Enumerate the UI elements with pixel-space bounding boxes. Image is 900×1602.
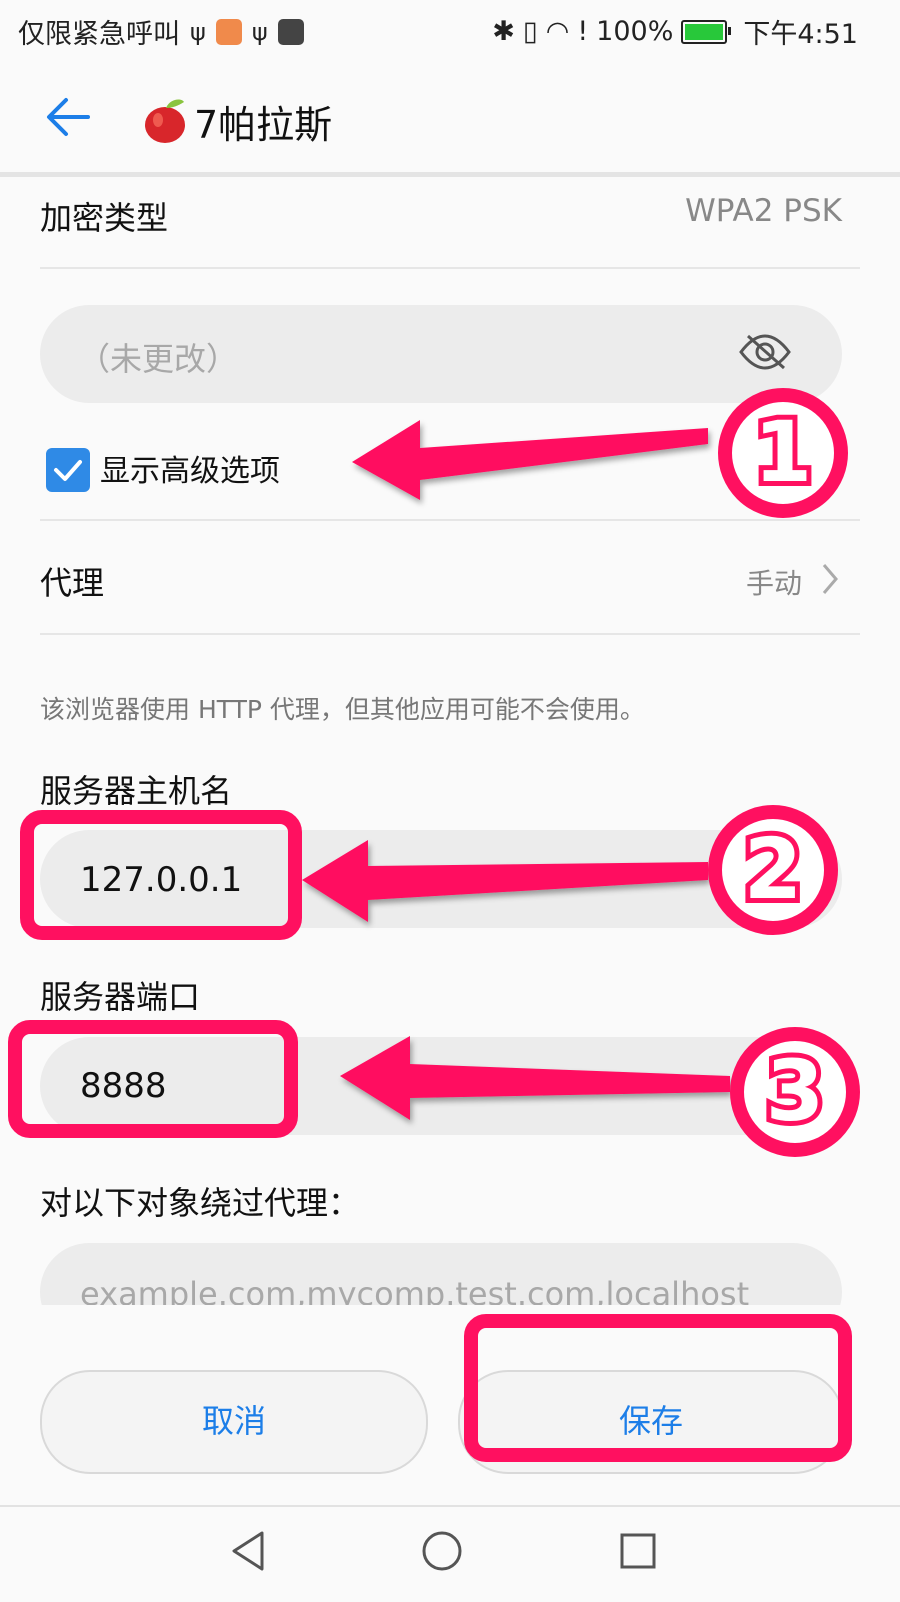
- navigation-bar: [0, 1505, 900, 1602]
- arrow-left-icon[interactable]: [44, 92, 94, 142]
- password-placeholder: （未更改）: [78, 340, 239, 378]
- battery-icon: [681, 19, 732, 44]
- divider: [40, 633, 860, 635]
- hostname-label: 服务器主机名: [40, 772, 233, 810]
- chevron-right-icon: [822, 564, 838, 594]
- app-bar-divider: [0, 172, 900, 177]
- wifi-icon: ◠: [545, 16, 570, 47]
- bypass-placeholder: example.com,mycomp.test.com,localhost: [80, 1275, 750, 1305]
- proxy-value: 手动: [745, 567, 802, 600]
- divider: [40, 267, 860, 269]
- usb-icon: ψ: [251, 17, 268, 46]
- page-title: 7帕拉斯: [194, 103, 333, 147]
- annotation-arrow-1: [352, 420, 708, 500]
- nav-back-icon[interactable]: [228, 1529, 268, 1573]
- apple-logo-icon: [145, 99, 185, 143]
- checkmark-icon: [54, 460, 82, 481]
- health-app-icon: [215, 18, 242, 45]
- clock: 下午4:51: [743, 19, 858, 50]
- proxy-hint: 该浏览器使用 HTTP 代理，但其他应用可能不会使用。: [40, 695, 645, 724]
- eye-off-icon[interactable]: [738, 332, 792, 372]
- divider: [40, 519, 860, 521]
- annotation-box-port: [8, 1020, 298, 1138]
- cancel-button[interactable]: 取消: [40, 1370, 428, 1474]
- vibrate-icon: ▯: [522, 16, 538, 47]
- annotation-box-save: [464, 1314, 852, 1462]
- usb-icon: ψ: [190, 17, 206, 46]
- nav-recents-icon[interactable]: [618, 1531, 658, 1571]
- annotation-marker-1: 1: [718, 388, 848, 518]
- alert-icon: !: [577, 16, 589, 47]
- bypass-input[interactable]: example.com,mycomp.test.com,localhost: [40, 1243, 842, 1305]
- status-bar-right: ✱ ▯ ◠ ! 100% 下午4:51: [484, 12, 858, 51]
- bypass-label: 对以下对象绕过代理：: [40, 1184, 361, 1222]
- port-label: 服务器端口: [40, 978, 201, 1016]
- huawei-icon: [277, 18, 304, 45]
- advanced-options-checkbox[interactable]: [46, 448, 90, 492]
- nav-home-icon[interactable]: [420, 1529, 464, 1573]
- bluetooth-icon: ✱: [492, 16, 515, 47]
- advanced-options-label[interactable]: 显示高级选项: [100, 446, 280, 490]
- annotation-marker-2: 2: [708, 805, 838, 935]
- encryption-type-label: 加密类型: [40, 199, 169, 237]
- annotation-marker-3: 3: [730, 1027, 860, 1157]
- carrier-text: 仅限紧急呼叫: [18, 19, 180, 50]
- app-bar: 7帕拉斯: [0, 62, 900, 172]
- status-bar-left: 仅限紧急呼叫 ψ ψ: [18, 12, 304, 51]
- battery-text: 100%: [596, 16, 674, 47]
- annotation-box-hostname: [20, 810, 302, 940]
- status-bar: 仅限紧急呼叫 ψ ψ ✱ ▯ ◠ ! 100% 下午4:51: [0, 0, 900, 62]
- encryption-type-value: WPA2 PSK: [685, 193, 842, 229]
- proxy-label: 代理: [40, 564, 105, 602]
